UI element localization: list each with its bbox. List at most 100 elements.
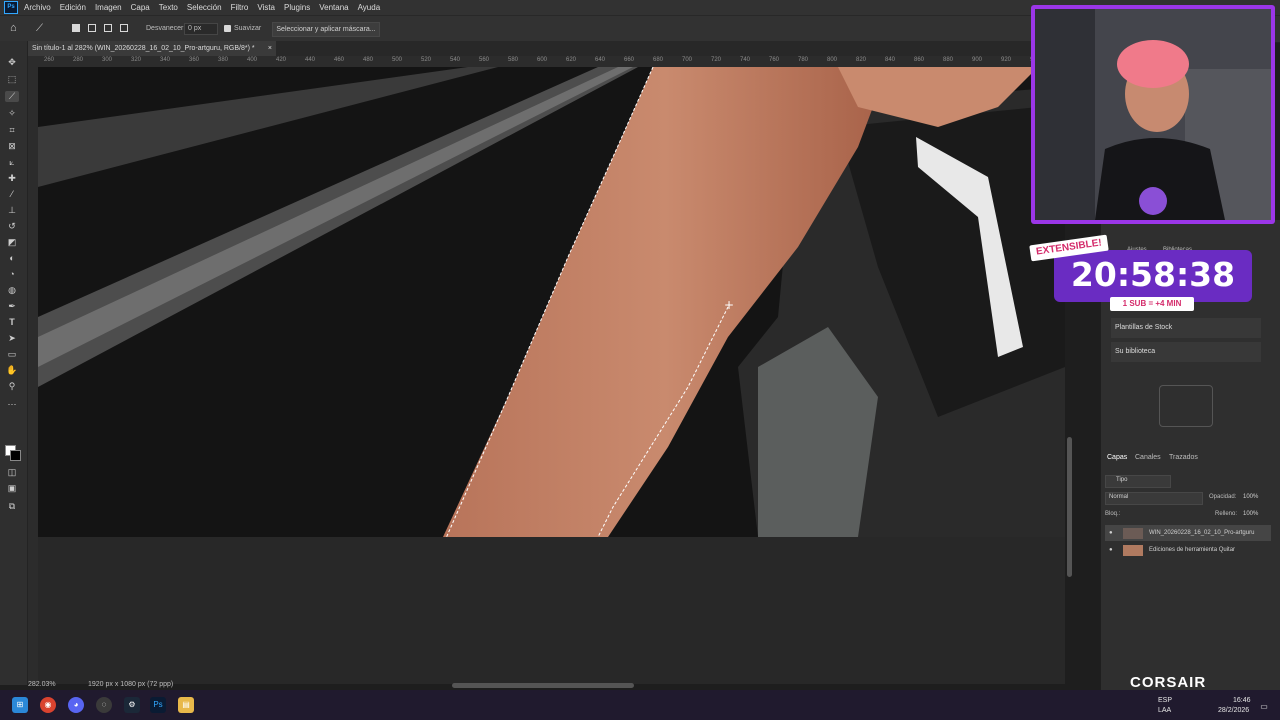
frame-tool-icon[interactable]: ⊠ <box>5 141 19 152</box>
more-tools-icon[interactable]: ⋯ <box>5 399 19 410</box>
steam-icon[interactable]: ⚙ <box>124 697 140 713</box>
polygonal-lasso-icon[interactable]: ⟋ <box>36 22 52 35</box>
ruler-tick: 580 <box>508 57 519 63</box>
photoshop-taskbar-icon[interactable]: Ps <box>150 697 166 713</box>
select-and-mask-button[interactable]: Seleccionar y aplicar máscara... <box>272 22 380 37</box>
fill-label: Relleno: <box>1215 511 1238 517</box>
opacity-value[interactable]: 100% <box>1243 494 1258 500</box>
photoshop-logo-icon: Ps <box>4 1 18 14</box>
feather-input[interactable]: 0 px <box>184 23 218 35</box>
type-tool-icon[interactable]: T <box>5 317 19 328</box>
dodge-tool-icon[interactable]: ◍ <box>5 285 19 296</box>
blend-mode-value: Normal <box>1109 494 1129 500</box>
pen-tool-icon[interactable]: ✒ <box>5 301 19 312</box>
blend-mode-select[interactable]: Normal <box>1105 492 1203 505</box>
ruler-tick: 600 <box>537 57 548 63</box>
move-tool-icon[interactable]: ✥ <box>5 57 19 68</box>
layer-filter-select[interactable]: Tipo <box>1105 475 1171 488</box>
library-item-stock[interactable]: Plantillas de Stock <box>1111 318 1261 338</box>
zoom-level[interactable]: 282.03% <box>28 681 56 688</box>
layer-row[interactable]: ● Ediciones de herramienta Quitar <box>1105 542 1271 558</box>
menu-edicion[interactable]: Edición <box>60 3 86 12</box>
new-selection-icon[interactable] <box>72 24 80 32</box>
discord-icon[interactable]: ◕ <box>68 697 84 713</box>
visibility-eye-icon[interactable]: ● <box>1109 525 1113 541</box>
background-color-swatch[interactable] <box>10 450 21 461</box>
ruler-tick: 720 <box>711 57 722 63</box>
document-canvas[interactable]: + <box>38 67 1065 537</box>
clock-date[interactable]: 28/2/2026 <box>1218 707 1249 714</box>
magic-wand-tool-icon[interactable]: ✧ <box>5 108 19 119</box>
opacity-label: Opacidad: <box>1209 494 1237 500</box>
menu-imagen[interactable]: Imagen <box>95 3 122 12</box>
menu-vista[interactable]: Vista <box>257 3 275 12</box>
vertical-scrollbar[interactable] <box>1067 437 1072 577</box>
marquee-tool-icon[interactable]: ⬚ <box>5 74 19 85</box>
path-selection-icon[interactable]: ➤ <box>5 333 19 344</box>
obs-icon[interactable]: ◌ <box>96 697 112 713</box>
menu-ayuda[interactable]: Ayuda <box>358 3 381 12</box>
menu-archivo[interactable]: Archivo <box>24 3 51 12</box>
smooth-checkbox[interactable] <box>224 25 231 32</box>
language-indicator[interactable]: ESP <box>1158 697 1172 704</box>
ruler-tick: 420 <box>276 57 287 63</box>
clone-stamp-icon[interactable]: ⊥ <box>5 205 19 216</box>
ruler-tick: 800 <box>827 57 838 63</box>
ruler-tick: 460 <box>334 57 345 63</box>
close-tab-icon[interactable]: × <box>268 41 272 56</box>
fill-value[interactable]: 100% <box>1243 511 1258 517</box>
home-icon[interactable]: ⌂ <box>10 22 24 35</box>
ruler-tick: 820 <box>856 57 867 63</box>
quick-mask-icon[interactable]: ◫ <box>5 467 19 478</box>
ruler-tick: 900 <box>972 57 983 63</box>
menu-filtro[interactable]: Filtro <box>231 3 249 12</box>
eyedropper-tool-icon[interactable]: ⟀ <box>5 157 19 168</box>
rectangle-tool-icon[interactable]: ▭ <box>5 349 19 360</box>
layer-filter-label: Tipo <box>1116 477 1128 483</box>
gradient-tool-icon[interactable]: ◐ <box>5 253 19 264</box>
brush-tool-icon[interactable]: ⁄ <box>5 189 19 200</box>
library-empty-illustration-icon <box>1159 385 1213 427</box>
share-icon[interactable]: ⧉ <box>5 501 19 512</box>
library-item-mine[interactable]: Su biblioteca <box>1111 342 1261 362</box>
visibility-eye-icon[interactable]: ● <box>1109 542 1113 558</box>
menu-seleccion[interactable]: Selección <box>187 3 222 12</box>
notification-icon[interactable]: ▭ <box>1258 699 1270 711</box>
tab-capas[interactable]: Capas <box>1107 454 1127 461</box>
ruler-tick: 360 <box>189 57 200 63</box>
menu-capa[interactable]: Capa <box>131 3 150 12</box>
file-explorer-icon[interactable]: ▤ <box>178 697 194 713</box>
layer-name: WIN_20260228_16_02_10_Pro-artguru <box>1149 530 1255 536</box>
layer-row[interactable]: ● WIN_20260228_16_02_10_Pro-artguru <box>1105 525 1271 541</box>
ruler-tick: 620 <box>566 57 577 63</box>
ruler-tick: 540 <box>450 57 461 63</box>
history-brush-icon[interactable]: ↺ <box>5 221 19 232</box>
ruler-tick: 780 <box>798 57 809 63</box>
add-selection-icon[interactable] <box>88 24 96 32</box>
subtract-selection-icon[interactable] <box>104 24 112 32</box>
menu-plugins[interactable]: Plugins <box>284 3 310 12</box>
ruler-tick: 920 <box>1001 57 1012 63</box>
menu-texto[interactable]: Texto <box>159 3 178 12</box>
windows-start-icon[interactable]: ⊞ <box>12 697 28 713</box>
tab-trazados[interactable]: Trazados <box>1169 454 1198 461</box>
chrome-icon[interactable]: ◉ <box>40 697 56 713</box>
ruler-tick: 400 <box>247 57 258 63</box>
blur-tool-icon[interactable]: ◔ <box>5 269 19 280</box>
lasso-tool-icon[interactable]: ⟋ <box>5 91 19 102</box>
ruler-tick: 680 <box>653 57 664 63</box>
menu-ventana[interactable]: Ventana <box>319 3 348 12</box>
healing-brush-icon[interactable]: ✚ <box>5 173 19 184</box>
screen-mode-icon[interactable]: ▣ <box>5 483 19 494</box>
tab-canales[interactable]: Canales <box>1135 454 1161 461</box>
region-indicator: LAA <box>1158 707 1172 714</box>
hand-tool-icon[interactable]: ✋ <box>5 365 19 376</box>
eraser-tool-icon[interactable]: ◩ <box>5 237 19 248</box>
intersect-selection-icon[interactable] <box>120 24 128 32</box>
clock-time[interactable]: 16:46 <box>1233 697 1251 704</box>
document-tab[interactable]: Sin título-1 al 282% (WIN_20260228_16_02… <box>28 41 276 56</box>
ruler-tick: 740 <box>740 57 751 63</box>
crop-tool-icon[interactable]: ⌗ <box>5 125 19 136</box>
zoom-tool-icon[interactable]: ⚲ <box>5 381 19 392</box>
crosshair-cursor-icon: + <box>724 298 734 312</box>
